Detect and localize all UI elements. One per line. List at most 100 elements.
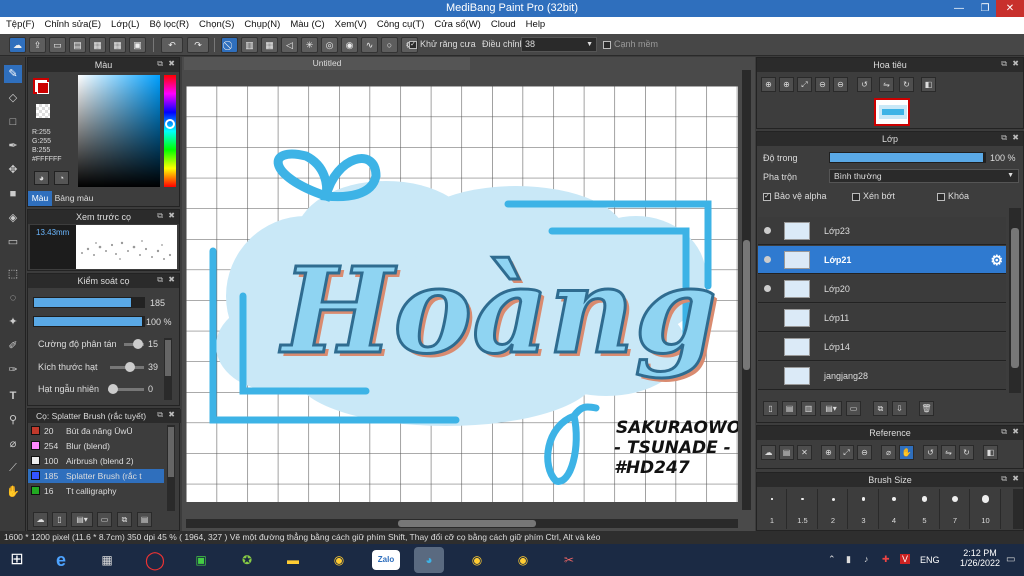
hue-slider[interactable] — [164, 75, 176, 187]
clipping-checkbox[interactable] — [852, 192, 860, 201]
brush-size-option[interactable]: 10 — [971, 489, 1001, 529]
eraser-tool-icon[interactable]: ◇ — [4, 89, 22, 107]
undock-icon[interactable]: ⧉ — [1001, 474, 1007, 484]
antivirus-icon[interactable]: ✚ — [882, 554, 890, 565]
saturation-value-picker[interactable] — [78, 75, 160, 187]
scatter-knob[interactable] — [133, 339, 143, 349]
grain-knob[interactable] — [125, 362, 136, 372]
cloud-brush-icon[interactable]: ☁ — [33, 512, 48, 527]
select-tool-icon[interactable]: ⬚ — [4, 265, 22, 283]
grid-page-icon[interactable]: ▦ — [109, 37, 126, 53]
eyedropper-tool-icon[interactable]: ⌀ — [4, 435, 22, 453]
curve-snap-icon[interactable]: ∿ — [361, 37, 378, 53]
undock-icon[interactable]: ⧉ — [1001, 427, 1007, 437]
brush-size-option[interactable]: 2 — [818, 489, 848, 529]
visibility-eye-icon[interactable] — [764, 256, 771, 263]
brush-settings-icon[interactable]: ▤ — [137, 512, 152, 527]
brush-list-item[interactable]: 254 Blur (blend) — [28, 439, 164, 453]
undock-icon[interactable]: ⧉ — [1001, 59, 1007, 69]
maximize-button[interactable]: ❐ — [972, 0, 998, 17]
move-tool-icon[interactable]: ✥ — [4, 161, 22, 179]
fill-rect-tool-icon[interactable]: ■ — [4, 185, 22, 203]
reference-rotate-icon[interactable]: ↺ — [923, 445, 938, 460]
foreground-color-swatch[interactable] — [37, 82, 49, 94]
concentric-snap-icon[interactable]: ◎ — [321, 37, 338, 53]
snap-off-icon[interactable]: ⃠ — [221, 37, 238, 53]
menu-item-7[interactable]: Xem(V) — [329, 17, 371, 30]
language-indicator[interactable]: ENG — [920, 555, 940, 565]
rotate-reset-icon[interactable]: ↻ — [899, 77, 914, 92]
undock-icon[interactable]: ⧉ — [157, 211, 163, 221]
share-icon[interactable]: ⇪ — [29, 37, 46, 53]
zoom-in-icon-2[interactable]: ⊕ — [779, 77, 794, 92]
magic-wand-icon[interactable]: ✦ — [4, 313, 22, 331]
new-layer-1bit-icon[interactable]: ▥ — [801, 401, 816, 416]
menu-item-4[interactable]: Chọn(S) — [193, 17, 238, 30]
vertical-scrollbar[interactable] — [742, 70, 751, 510]
layer-row[interactable]: Lớp14 — [758, 333, 1006, 361]
chrome-icon[interactable]: ◉ — [324, 547, 354, 573]
canvas-document[interactable]: Hoàng Hoàng SAKURAOWO - TSUNADE - #HD247 — [186, 86, 738, 502]
minimize-button[interactable]: — — [946, 0, 972, 17]
menu-item-6[interactable]: Màu (C) — [284, 17, 328, 30]
flip-icon[interactable]: ⇋ — [879, 77, 894, 92]
brush-list-item[interactable]: 100 Airbrush (blend 2) — [28, 454, 164, 468]
network-icon[interactable]: ▮ — [846, 554, 851, 565]
merge-layer-icon[interactable]: ⇩ — [892, 401, 907, 416]
navigator-thumbnail[interactable] — [874, 98, 910, 126]
select-pen-icon[interactable]: ✐ — [4, 337, 22, 355]
folder-icon[interactable]: ▬ — [278, 547, 308, 573]
message-icon[interactable]: ▤ — [69, 37, 86, 53]
parallel-snap-icon[interactable]: ▥ — [241, 37, 258, 53]
comment-icon[interactable]: ▭ — [49, 37, 66, 53]
layer-row[interactable]: Lớp21 ⚙ — [758, 246, 1006, 274]
layer-row[interactable]: Lớp20 — [758, 275, 1006, 303]
brush-opacity-slider[interactable] — [33, 316, 145, 327]
radial-snap-icon[interactable]: ◁ — [281, 37, 298, 53]
brush-size-scrollbar[interactable] — [1013, 489, 1023, 529]
windows-start-icon[interactable]: ⊞ — [2, 547, 32, 573]
cloud-icon[interactable]: ☁ — [9, 37, 26, 53]
reference-fit-icon[interactable]: ⤢ — [839, 445, 854, 460]
rotate-left-icon[interactable]: ↺ — [857, 77, 872, 92]
duplicate-brush-icon[interactable]: ⧉ — [117, 512, 132, 527]
reference-hand-icon[interactable]: ✋ — [899, 445, 914, 460]
redo-button[interactable]: ↷ — [187, 37, 209, 53]
text-tool-icon[interactable]: T — [4, 387, 22, 405]
brush-size-option[interactable]: 1 — [757, 489, 787, 529]
lasso-tool-icon[interactable]: ◌ — [4, 289, 22, 307]
brush-tool-icon[interactable]: ✎ — [4, 65, 22, 83]
layer-row[interactable]: Lớp11 — [758, 304, 1006, 332]
adjust-select[interactable]: 38 ▼ — [521, 37, 597, 52]
smooth-checkbox[interactable] — [603, 40, 611, 49]
panel-icon[interactable]: ▣ — [129, 37, 146, 53]
menu-item-9[interactable]: Cửa sổ(W) — [428, 17, 484, 30]
clock[interactable]: 2:12 PM 1/26/2022 — [958, 548, 1002, 568]
pen-tool-icon[interactable]: ✒ — [4, 137, 22, 155]
menu-item-5[interactable]: Chụp(N) — [238, 17, 284, 30]
close-icon[interactable]: ✖ — [1012, 427, 1019, 436]
zoom-out-icon[interactable]: ⊖ — [815, 77, 830, 92]
reference-zoom-in-icon[interactable]: ⊕ — [821, 445, 836, 460]
close-button[interactable]: ✕ — [996, 0, 1024, 17]
brush-size-option[interactable]: 5 — [910, 489, 940, 529]
transparent-swatch[interactable] — [36, 104, 50, 118]
brush-control-scrollbar[interactable] — [164, 338, 172, 400]
snipping-tool-icon[interactable]: ✂ — [554, 547, 584, 573]
divide-tool-icon[interactable]: ⟋ — [4, 459, 22, 477]
vietkey-icon[interactable]: V — [900, 554, 911, 564]
brush-list-scrollbar[interactable] — [167, 425, 175, 511]
new-brush-icon[interactable]: ▯ — [52, 512, 67, 527]
fit-icon[interactable]: ⤢ — [797, 77, 812, 92]
brush-menu-icon[interactable]: ▤▾ — [71, 512, 93, 527]
rect-tool-icon[interactable]: □ — [4, 113, 22, 131]
brush-size-option[interactable]: 3 — [849, 489, 879, 529]
operation-tool-icon[interactable]: ⚲ — [4, 411, 22, 429]
gradient-tool-icon[interactable]: ▭ — [4, 233, 22, 251]
new-layer-icon[interactable]: ▯ — [763, 401, 778, 416]
ellipse-snap-icon[interactable]: ○ — [381, 37, 398, 53]
close-icon[interactable]: ✖ — [168, 211, 175, 220]
close-icon[interactable]: ✖ — [1012, 59, 1019, 68]
internet-explorer-icon[interactable]: e — [46, 547, 76, 573]
volume-icon[interactable]: ♪ — [864, 554, 869, 564]
